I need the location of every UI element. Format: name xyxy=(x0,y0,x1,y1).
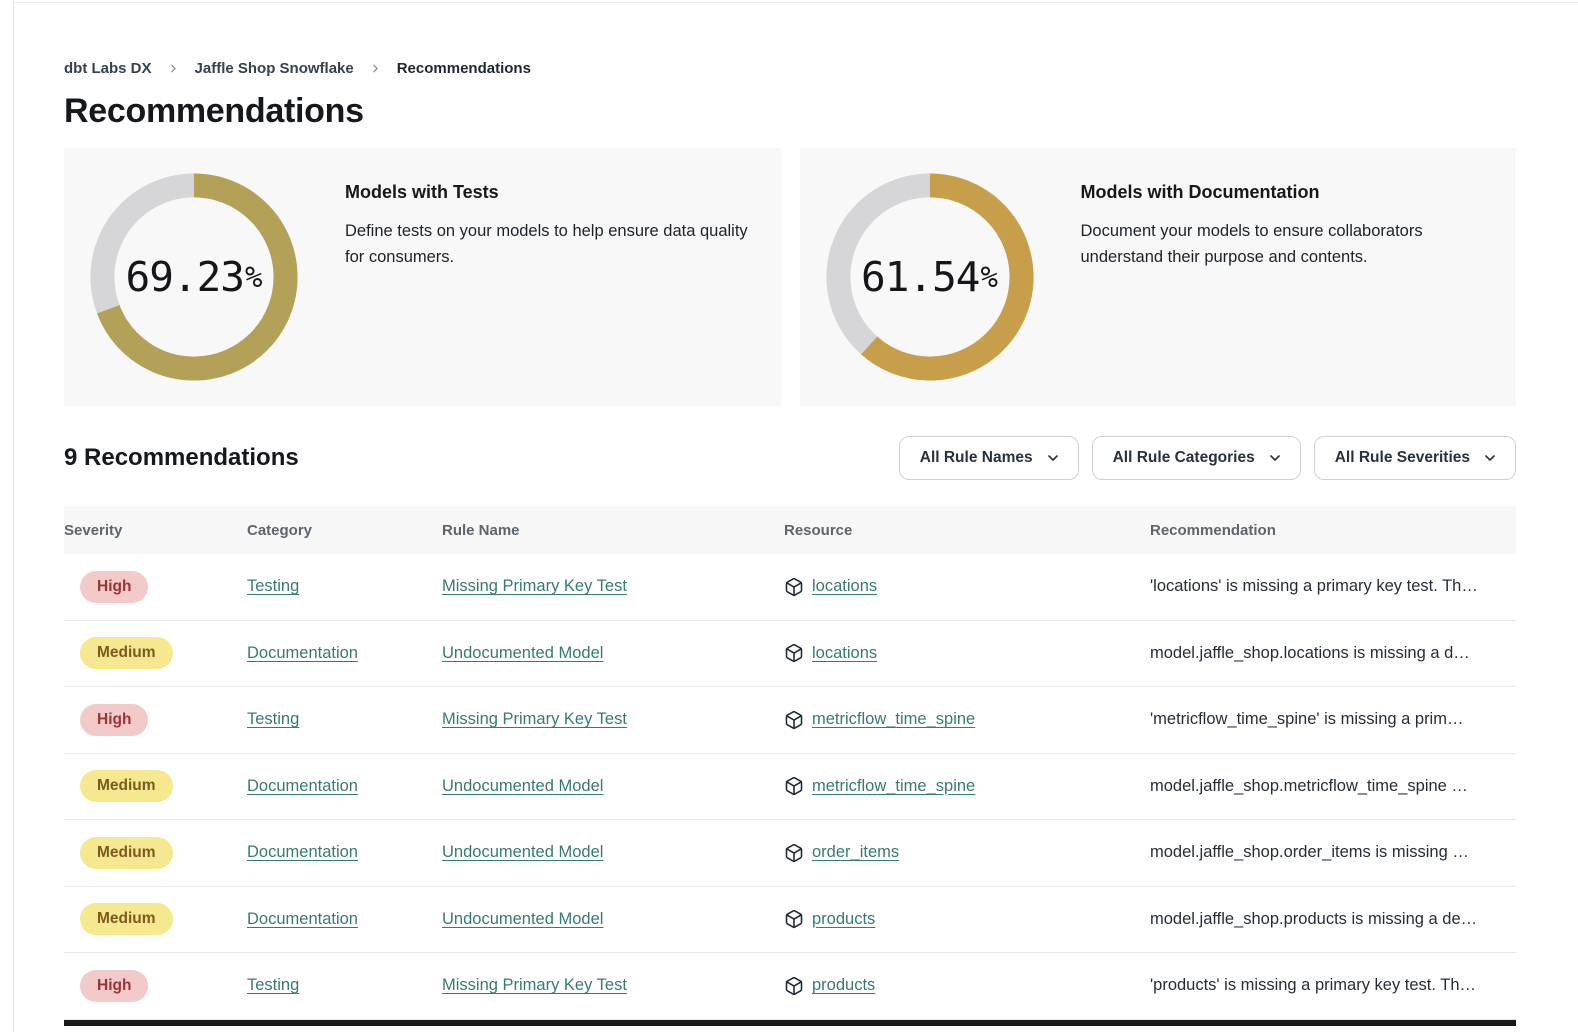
tests-card-description: Define tests on your models to help ensu… xyxy=(345,219,761,270)
chevron-down-icon xyxy=(1267,450,1283,466)
chevron-right-icon xyxy=(369,62,382,75)
chevron-right-icon xyxy=(167,62,180,75)
model-cube-icon xyxy=(784,976,804,996)
breadcrumb-project[interactable]: Jaffle Shop Snowflake xyxy=(195,60,354,77)
breadcrumb: dbt Labs DX Jaffle Shop Snowflake Recomm… xyxy=(64,60,1516,77)
severity-badge: Medium xyxy=(80,637,173,669)
rule-categories-filter-dropdown[interactable]: All Rule Categories xyxy=(1092,436,1301,480)
recommendation-text: 'products' is missing a primary key test… xyxy=(1150,976,1516,995)
clipped-next-row xyxy=(64,1020,1516,1026)
models-with-docs-card: 61.54% Models with Documentation Documen… xyxy=(800,148,1517,406)
recommendations-page: dbt Labs DX Jaffle Shop Snowflake Recomm… xyxy=(0,0,1578,1026)
recommendation-text: model.jaffle_shop.locations is missing a… xyxy=(1150,644,1516,663)
category-link[interactable]: Testing xyxy=(247,710,299,728)
recommendation-text: model.jaffle_shop.products is missing a … xyxy=(1150,910,1516,929)
severity-badge: Medium xyxy=(80,837,173,869)
recommendation-text: 'metricflow_time_spine' is missing a pri… xyxy=(1150,710,1516,729)
docs-card-title: Models with Documentation xyxy=(1081,182,1497,203)
column-header-category: Category xyxy=(247,522,442,539)
severity-badge: High xyxy=(80,571,148,603)
table-row: High Testing Missing Primary Key Test lo… xyxy=(64,554,1516,621)
category-link[interactable]: Documentation xyxy=(247,910,358,928)
rule-severities-filter-dropdown[interactable]: All Rule Severities xyxy=(1314,436,1516,480)
rule-name-link[interactable]: Undocumented Model xyxy=(442,777,603,795)
table-header-row: Severity Category Rule Name Resource Rec… xyxy=(64,506,1516,554)
rule-name-link[interactable]: Missing Primary Key Test xyxy=(442,710,627,728)
category-link[interactable]: Testing xyxy=(247,577,299,595)
tests-percent-value: 69.23% xyxy=(85,168,303,386)
rule-name-link[interactable]: Undocumented Model xyxy=(442,910,603,928)
column-header-recommendation: Recommendation xyxy=(1150,522,1516,539)
table-row: Medium Documentation Undocumented Model … xyxy=(64,820,1516,887)
column-header-resource: Resource xyxy=(784,522,1150,539)
resource-link[interactable]: products xyxy=(812,910,875,929)
page-title: Recommendations xyxy=(64,92,1516,131)
severity-badge: Medium xyxy=(80,903,173,935)
model-cube-icon xyxy=(784,643,804,663)
tests-card-title: Models with Tests xyxy=(345,182,761,203)
table-row: High Testing Missing Primary Key Test pr… xyxy=(64,953,1516,1020)
tests-donut-chart: 69.23% xyxy=(85,168,303,386)
model-cube-icon xyxy=(784,710,804,730)
resource-link[interactable]: locations xyxy=(812,577,877,596)
category-link[interactable]: Documentation xyxy=(247,777,358,795)
resource-link[interactable]: products xyxy=(812,976,875,995)
column-header-rule-name: Rule Name xyxy=(442,522,784,539)
resource-link[interactable]: locations xyxy=(812,644,877,663)
breadcrumb-current: Recommendations xyxy=(397,60,531,77)
rule-name-link[interactable]: Missing Primary Key Test xyxy=(442,577,627,595)
category-link[interactable]: Testing xyxy=(247,976,299,994)
recommendations-table: Severity Category Rule Name Resource Rec… xyxy=(64,506,1516,1026)
column-header-severity: Severity xyxy=(64,522,247,539)
chevron-down-icon xyxy=(1482,450,1498,466)
resource-link[interactable]: order_items xyxy=(812,843,899,862)
list-header: 9 Recommendations All Rule Names All Rul… xyxy=(64,436,1516,480)
breadcrumb-account[interactable]: dbt Labs DX xyxy=(64,60,152,77)
rule-name-link[interactable]: Undocumented Model xyxy=(442,843,603,861)
category-link[interactable]: Documentation xyxy=(247,843,358,861)
chevron-down-icon xyxy=(1045,450,1061,466)
severity-badge: High xyxy=(80,970,148,1002)
resource-link[interactable]: metricflow_time_spine xyxy=(812,710,975,729)
recommendations-count: 9 Recommendations xyxy=(64,444,299,472)
models-with-tests-card: 69.23% Models with Tests Define tests on… xyxy=(64,148,781,406)
docs-card-description: Document your models to ensure collabora… xyxy=(1081,219,1497,270)
model-cube-icon xyxy=(784,843,804,863)
docs-percent-value: 61.54% xyxy=(821,168,1039,386)
table-body: High Testing Missing Primary Key Test lo… xyxy=(64,554,1516,1020)
rule-name-link[interactable]: Missing Primary Key Test xyxy=(442,976,627,994)
rule-name-link[interactable]: Undocumented Model xyxy=(442,644,603,662)
category-link[interactable]: Documentation xyxy=(247,644,358,662)
table-row: High Testing Missing Primary Key Test me… xyxy=(64,687,1516,754)
recommendation-text: model.jaffle_shop.metricflow_time_spine … xyxy=(1150,777,1516,796)
model-cube-icon xyxy=(784,909,804,929)
recommendation-text: model.jaffle_shop.order_items is missing… xyxy=(1150,843,1516,862)
docs-donut-chart: 61.54% xyxy=(821,168,1039,386)
severity-badge: High xyxy=(80,704,148,736)
metric-cards: 69.23% Models with Tests Define tests on… xyxy=(64,148,1516,406)
severity-badge: Medium xyxy=(80,770,173,802)
resource-link[interactable]: metricflow_time_spine xyxy=(812,777,975,796)
table-row: Medium Documentation Undocumented Model … xyxy=(64,887,1516,954)
model-cube-icon xyxy=(784,577,804,597)
recommendation-text: 'locations' is missing a primary key tes… xyxy=(1150,577,1516,596)
model-cube-icon xyxy=(784,776,804,796)
table-row: Medium Documentation Undocumented Model … xyxy=(64,754,1516,821)
table-row: Medium Documentation Undocumented Model … xyxy=(64,621,1516,688)
rule-names-filter-dropdown[interactable]: All Rule Names xyxy=(899,436,1079,480)
filter-bar: All Rule Names All Rule Categories All R… xyxy=(899,436,1516,480)
